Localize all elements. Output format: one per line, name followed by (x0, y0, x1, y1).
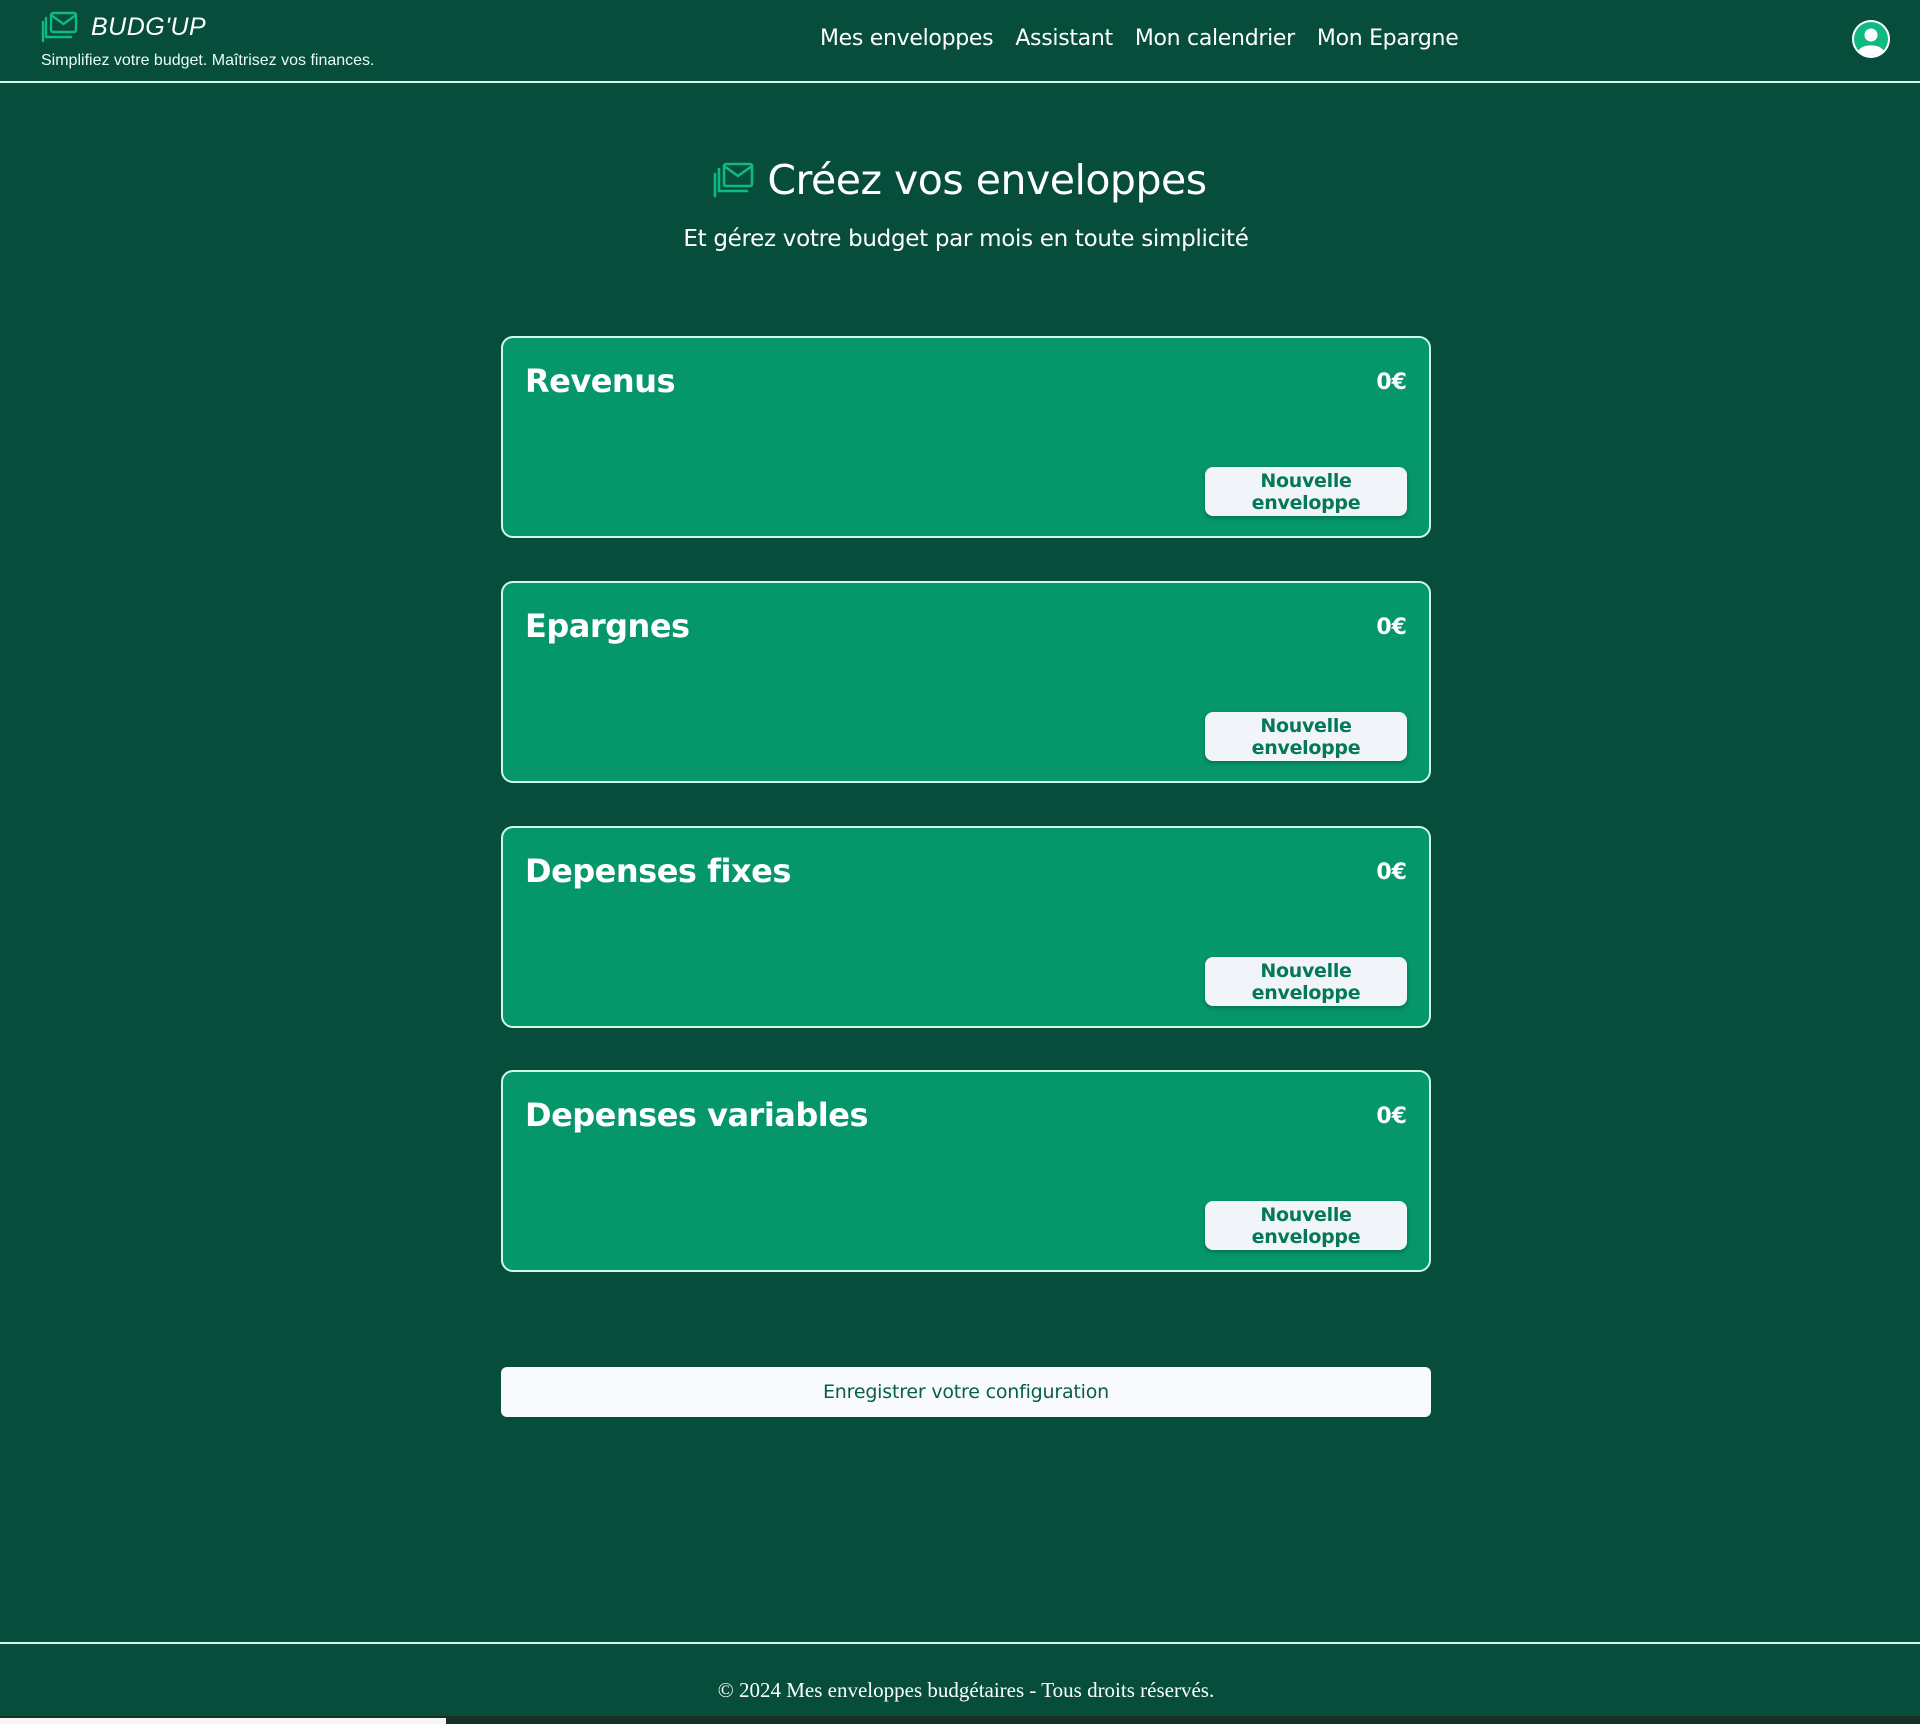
card-amount: 0€ (1376, 615, 1407, 640)
page-title: Créez vos enveloppes (0, 156, 1920, 204)
save-configuration-button[interactable]: Enregistrer votre configuration (501, 1367, 1431, 1417)
new-envelope-button[interactable]: Nouvelle enveloppe (1205, 1201, 1407, 1250)
brand-tagline: Simplifiez votre budget. Maîtrisez vos f… (41, 52, 375, 69)
nav-mon-epargne[interactable]: Mon Epargne (1317, 26, 1459, 51)
nav-mon-calendrier[interactable]: Mon calendrier (1135, 26, 1295, 51)
card-revenus: Revenus 0€ Nouvelle enveloppe (501, 336, 1431, 538)
card-depenses-fixes: Depenses fixes 0€ Nouvelle enveloppe (501, 826, 1431, 1028)
brand[interactable]: BUDG'UP Simplifiez votre budget. Maîtris… (41, 10, 374, 70)
new-envelope-button[interactable]: Nouvelle enveloppe (1205, 467, 1407, 516)
user-icon (1852, 20, 1890, 58)
user-avatar[interactable] (1852, 20, 1890, 58)
envelopes-icon (714, 162, 754, 198)
card-amount: 0€ (1376, 860, 1407, 885)
card-amount: 0€ (1376, 1104, 1407, 1129)
page-subtitle: Et gérez votre budget par mois en toute … (683, 226, 1249, 252)
card-title: Epargnes (525, 607, 690, 645)
main-nav: Mes enveloppes Assistant Mon calendrier … (820, 26, 1459, 51)
page-title-text: Créez vos enveloppes (767, 156, 1207, 204)
card-epargnes: Epargnes 0€ Nouvelle enveloppe (501, 581, 1431, 783)
brand-name: BUDG'UP (91, 12, 207, 41)
nav-mes-enveloppes[interactable]: Mes enveloppes (820, 26, 994, 51)
card-amount: 0€ (1376, 370, 1407, 395)
card-depenses-variables: Depenses variables 0€ Nouvelle enveloppe (501, 1070, 1431, 1272)
footer: © 2024 Mes enveloppes budgétaires - Tous… (0, 1642, 1920, 1716)
card-title: Depenses variables (525, 1096, 869, 1134)
horizontal-scrollbar[interactable] (0, 1716, 1920, 1724)
footer-copyright: © 2024 Mes enveloppes budgétaires - Tous… (717, 1678, 1215, 1702)
top-header: BUDG'UP Simplifiez votre budget. Maîtris… (0, 0, 1920, 83)
scrollbar-thumb[interactable] (0, 1718, 446, 1724)
new-envelope-button[interactable]: Nouvelle enveloppe (1205, 712, 1407, 761)
nav-assistant[interactable]: Assistant (1015, 26, 1113, 51)
card-title: Depenses fixes (525, 852, 791, 890)
card-title: Revenus (525, 362, 676, 400)
new-envelope-button[interactable]: Nouvelle enveloppe (1205, 957, 1407, 1006)
envelopes-icon (41, 11, 78, 43)
